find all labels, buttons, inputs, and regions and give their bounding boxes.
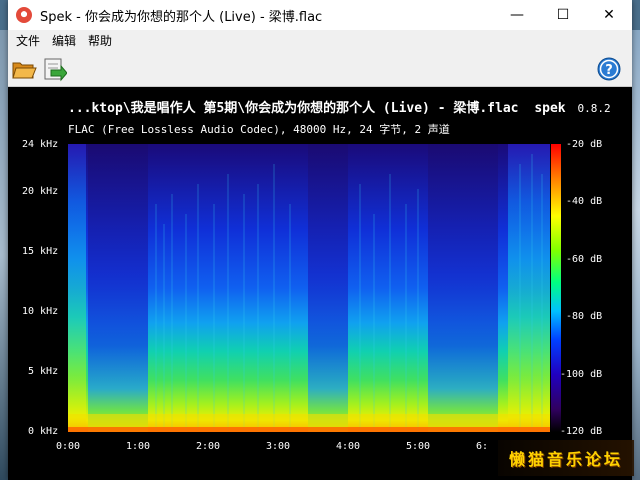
open-button[interactable] — [11, 56, 37, 82]
db-tick: -40 dB — [566, 196, 603, 207]
title-bar[interactable]: Spek - 你会成为你想的那个人 (Live) - 梁博.flac — ☐ ✕ — [8, 0, 632, 30]
freq-tick: 0 kHz — [28, 426, 59, 437]
db-tick: -80 dB — [566, 311, 603, 322]
minimize-button[interactable]: — — [494, 0, 540, 30]
spectrogram-image — [68, 144, 550, 432]
db-tick: -100 dB — [560, 369, 603, 380]
svg-text:?: ? — [605, 63, 613, 78]
save-export-icon — [44, 58, 68, 82]
freq-tick: 10 kHz — [22, 306, 59, 317]
freq-tick: 5 kHz — [28, 366, 59, 377]
freq-tick: 15 kHz — [22, 246, 59, 257]
audio-info: FLAC (Free Lossless Audio Codec), 48000 … — [68, 123, 450, 136]
help-button[interactable]: ? — [596, 56, 622, 82]
file-title-line: ...ktop\我是唱作人 第5期\你会成为你想的那个人 (Live) - 梁博… — [68, 97, 611, 116]
app-label: spek — [534, 101, 566, 116]
menu-help[interactable]: 帮助 — [88, 32, 112, 49]
spek-app-icon — [16, 7, 32, 23]
time-tick: 3:00 — [266, 441, 291, 452]
watermark-text: 懒猫音乐论坛 — [508, 450, 623, 469]
time-tick: 2:00 — [196, 441, 221, 452]
db-tick: -60 dB — [566, 254, 603, 265]
time-tick: 6: — [476, 441, 489, 452]
time-tick: 4:00 — [336, 441, 361, 452]
freq-tick: 24 kHz — [22, 139, 59, 150]
version-label: 0.8.2 — [577, 102, 611, 115]
window-title: Spek - 你会成为你想的那个人 (Live) - 梁博.flac — [40, 9, 323, 25]
menu-file[interactable]: 文件 — [16, 32, 40, 49]
time-tick: 0:00 — [56, 441, 81, 452]
freq-tick: 20 kHz — [22, 186, 59, 197]
spectrogram-area: ...ktop\我是唱作人 第5期\你会成为你想的那个人 (Live) - 梁博… — [8, 87, 632, 480]
open-folder-icon — [12, 62, 37, 79]
file-title: ...ktop\我是唱作人 第5期\你会成为你想的那个人 (Live) - 梁博… — [68, 101, 519, 116]
maximize-button[interactable]: ☐ — [540, 0, 586, 30]
menu-edit[interactable]: 编辑 — [52, 32, 76, 49]
toolbar: ? — [8, 50, 632, 87]
time-tick: 5:00 — [406, 441, 431, 452]
time-tick: 1:00 — [126, 441, 151, 452]
menu-bar: 文件 编辑 帮助 — [8, 30, 632, 50]
close-button[interactable]: ✕ — [586, 0, 632, 30]
help-icon: ? — [597, 57, 621, 81]
db-tick: -120 dB — [560, 426, 603, 437]
db-tick: -20 dB — [566, 139, 603, 150]
db-color-scale — [551, 144, 561, 432]
save-button[interactable] — [41, 56, 68, 82]
spek-window: Spek - 你会成为你想的那个人 (Live) - 梁博.flac — ☐ ✕… — [8, 0, 632, 480]
watermark-logo: 懒猫音乐论坛 — [498, 440, 634, 476]
